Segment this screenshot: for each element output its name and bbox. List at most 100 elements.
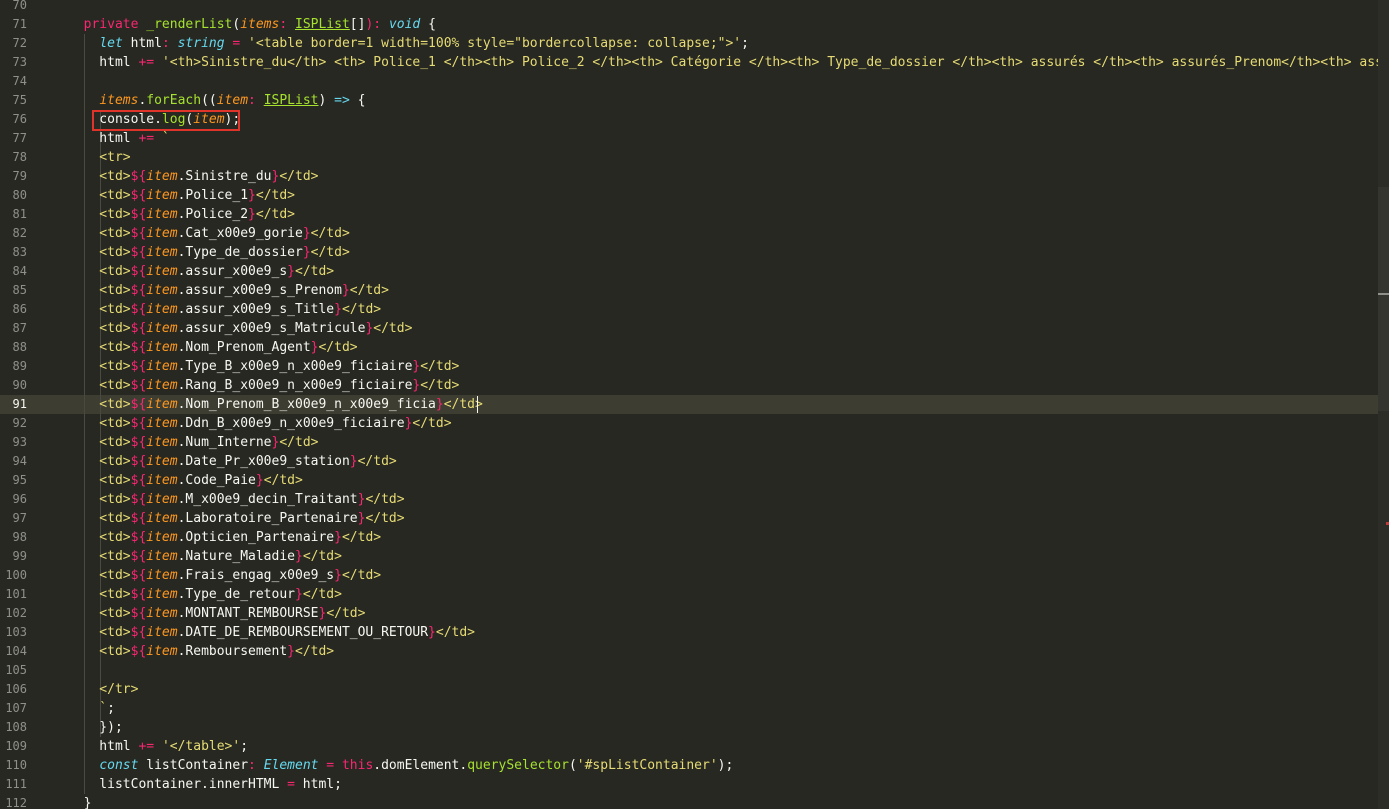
code-line[interactable]: 106 </tr> <box>0 680 1378 699</box>
code-line[interactable]: 109 html += '</table>'; <box>0 737 1378 756</box>
code-line[interactable]: 89 <td>${item.Type_B_x00e9_n_x00e9_ficia… <box>0 357 1378 376</box>
code-token: item <box>146 568 178 583</box>
code-token: <td> <box>68 644 131 659</box>
line-number: 74 <box>12 74 27 88</box>
code-token: item <box>146 226 178 241</box>
code-editor[interactable]: 70 71 private _renderList(items: ISPList[… <box>0 0 1389 809</box>
code-line[interactable]: 105 <box>0 661 1378 680</box>
line-number: 92 <box>12 416 27 430</box>
code-line[interactable]: 100 <td>${item.Frais_engag_x00e9_s}</td> <box>0 566 1378 585</box>
code-token: } <box>68 796 92 809</box>
code-line[interactable]: 83 <td>${item.Type_de_dossier}</td> <box>0 243 1378 262</box>
code-token: ${ <box>130 587 147 602</box>
code-line[interactable]: 99 <td>${item.Nature_Maladie}</td> <box>0 547 1378 566</box>
code-token: <td> <box>68 245 131 260</box>
code-token: items <box>240 17 280 32</box>
line-number: 97 <box>12 511 27 525</box>
code-line[interactable]: 84 <td>${item.assur_x00e9_s}</td> <box>0 262 1378 281</box>
code-line[interactable]: 81 <td>${item.Police_2}</td> <box>0 205 1378 224</box>
code-line[interactable]: 111 listContainer.innerHTML = html; <box>0 775 1378 794</box>
code-line[interactable]: 80 <td>${item.Police_1}</td> <box>0 186 1378 205</box>
code-token: .Num_Interne <box>177 435 272 450</box>
line-number: 85 <box>12 283 27 297</box>
code-token: } <box>334 568 342 583</box>
line-number: 96 <box>12 492 27 506</box>
code-token: listContainer <box>138 758 249 773</box>
code-line[interactable]: 98 <td>${item.Opticien_Partenaire}</td> <box>0 528 1378 547</box>
line-number: 70 <box>12 0 27 12</box>
code-line[interactable]: 97 <td>${item.Laboratoire_Partenaire}</t… <box>0 509 1378 528</box>
code-line[interactable]: 107 `; <box>0 699 1378 718</box>
code-line[interactable]: 71 private _renderList(items: ISPList[])… <box>0 15 1378 34</box>
code-line[interactable]: 87 <td>${item.assur_x00e9_s_Matricule}</… <box>0 319 1378 338</box>
code-line[interactable]: 85 <td>${item.assur_x00e9_s_Prenom}</td> <box>0 281 1378 300</box>
line-number: 87 <box>12 321 27 335</box>
code-line[interactable]: 91 <td>${item.Nom_Prenom_B_x00e9_n_x00e9… <box>0 395 1378 414</box>
code-line[interactable]: 82 <td>${item.Cat_x00e9_gorie}</td> <box>0 224 1378 243</box>
code-line[interactable]: 112 } <box>0 794 1378 809</box>
code-line[interactable]: 78 <tr> <box>0 148 1378 167</box>
code-token: item <box>146 625 178 640</box>
code-line[interactable]: 86 <td>${item.assur_x00e9_s_Title}</td> <box>0 300 1378 319</box>
code-text: }); <box>68 718 123 737</box>
code-line[interactable]: 93 <td>${item.Num_Interne}</td> <box>0 433 1378 452</box>
code-line[interactable]: 88 <td>${item.Nom_Prenom_Agent}</td> <box>0 338 1378 357</box>
code-line[interactable]: 104 <td>${item.Remboursement}</td> <box>0 642 1378 661</box>
line-number: 77 <box>12 131 27 145</box>
line-number: 71 <box>12 17 27 31</box>
code-token: this <box>341 758 374 773</box>
code-token: <td> <box>68 340 131 355</box>
code-text: <td>${item.Sinistre_du}</td> <box>68 167 318 186</box>
code-token: ( <box>568 758 577 773</box>
code-token: .Police_1 <box>177 188 249 203</box>
line-number: 91 <box>12 397 27 411</box>
code-line[interactable]: 73 html += '<th>Sinistre_du</th> <th> Po… <box>0 53 1389 72</box>
code-line[interactable]: 77 html += ` <box>0 129 1378 148</box>
code-line[interactable]: 74 <box>0 72 1378 91</box>
line-number: 80 <box>12 188 27 202</box>
code-token: .Frais_engag_x00e9_s <box>177 568 335 583</box>
code-token: <td> <box>68 473 131 488</box>
code-line[interactable]: 75 items.forEach((item: ISPList) => { <box>0 91 1378 110</box>
code-line[interactable]: 72 let html: string = '<table border=1 w… <box>0 34 1378 53</box>
code-token: ISPList <box>263 93 319 108</box>
code-line[interactable]: 110 const listContainer: Element = this.… <box>0 756 1378 775</box>
scrollbar-thumb[interactable] <box>1378 187 1389 411</box>
code-line[interactable]: 96 <td>${item.M_x00e9_decin_Traitant}</t… <box>0 490 1378 509</box>
code-token: </td> <box>357 454 397 469</box>
code-token: : <box>373 17 389 32</box>
code-line[interactable]: 90 <td>${item.Rang_B_x00e9_n_x00e9_ficia… <box>0 376 1378 395</box>
code-token: item <box>146 454 178 469</box>
line-number: 102 <box>5 606 27 620</box>
code-token: <td> <box>68 549 131 564</box>
code-token: <td> <box>68 492 131 507</box>
code-line[interactable]: 102 <td>${item.MONTANT_REMBOURSE}</td> <box>0 604 1378 623</box>
vertical-scrollbar[interactable] <box>1378 0 1389 809</box>
code-text: } <box>68 794 92 809</box>
code-token: ISPList <box>295 17 350 32</box>
code-text: <td>${item.Nom_Prenom_Agent}</td> <box>68 338 357 357</box>
code-line[interactable]: 95 <td>${item.Code_Paie}</td> <box>0 471 1378 490</box>
code-line[interactable]: 103 <td>${item.DATE_DE_REMBOURSEMENT_OU_… <box>0 623 1378 642</box>
code-token: ${ <box>130 530 147 545</box>
code-token: item <box>216 93 249 108</box>
code-line[interactable]: 79 <td>${item.Sinistre_du}</td> <box>0 167 1378 186</box>
code-line[interactable]: 108 }); <box>0 718 1378 737</box>
code-line[interactable]: 92 <td>${item.Ddn_B_x00e9_n_x00e9_ficiai… <box>0 414 1378 433</box>
code-text: html += '</table>'; <box>68 737 248 756</box>
line-number: 104 <box>5 644 27 658</box>
code-token: <td> <box>68 606 131 621</box>
code-token: .Ddn_B_x00e9_n_x00e9_ficiaire <box>177 416 405 431</box>
code-token: </td> <box>435 625 476 640</box>
line-number: 100 <box>5 568 27 582</box>
line-number: 98 <box>12 530 27 544</box>
line-number: 93 <box>12 435 27 449</box>
code-token: </td> <box>295 264 335 279</box>
code-line[interactable]: 94 <td>${item.Date_Pr_x00e9_station}</td… <box>0 452 1378 471</box>
code-token: item <box>146 606 178 621</box>
code-line[interactable]: 70 <box>0 0 1378 15</box>
code-line[interactable]: 101 <td>${item.Type_de_retour}</td> <box>0 585 1378 604</box>
annotation-highlight-box <box>92 110 240 131</box>
code-token: ; <box>741 36 749 51</box>
code-token: </td> <box>279 435 319 450</box>
